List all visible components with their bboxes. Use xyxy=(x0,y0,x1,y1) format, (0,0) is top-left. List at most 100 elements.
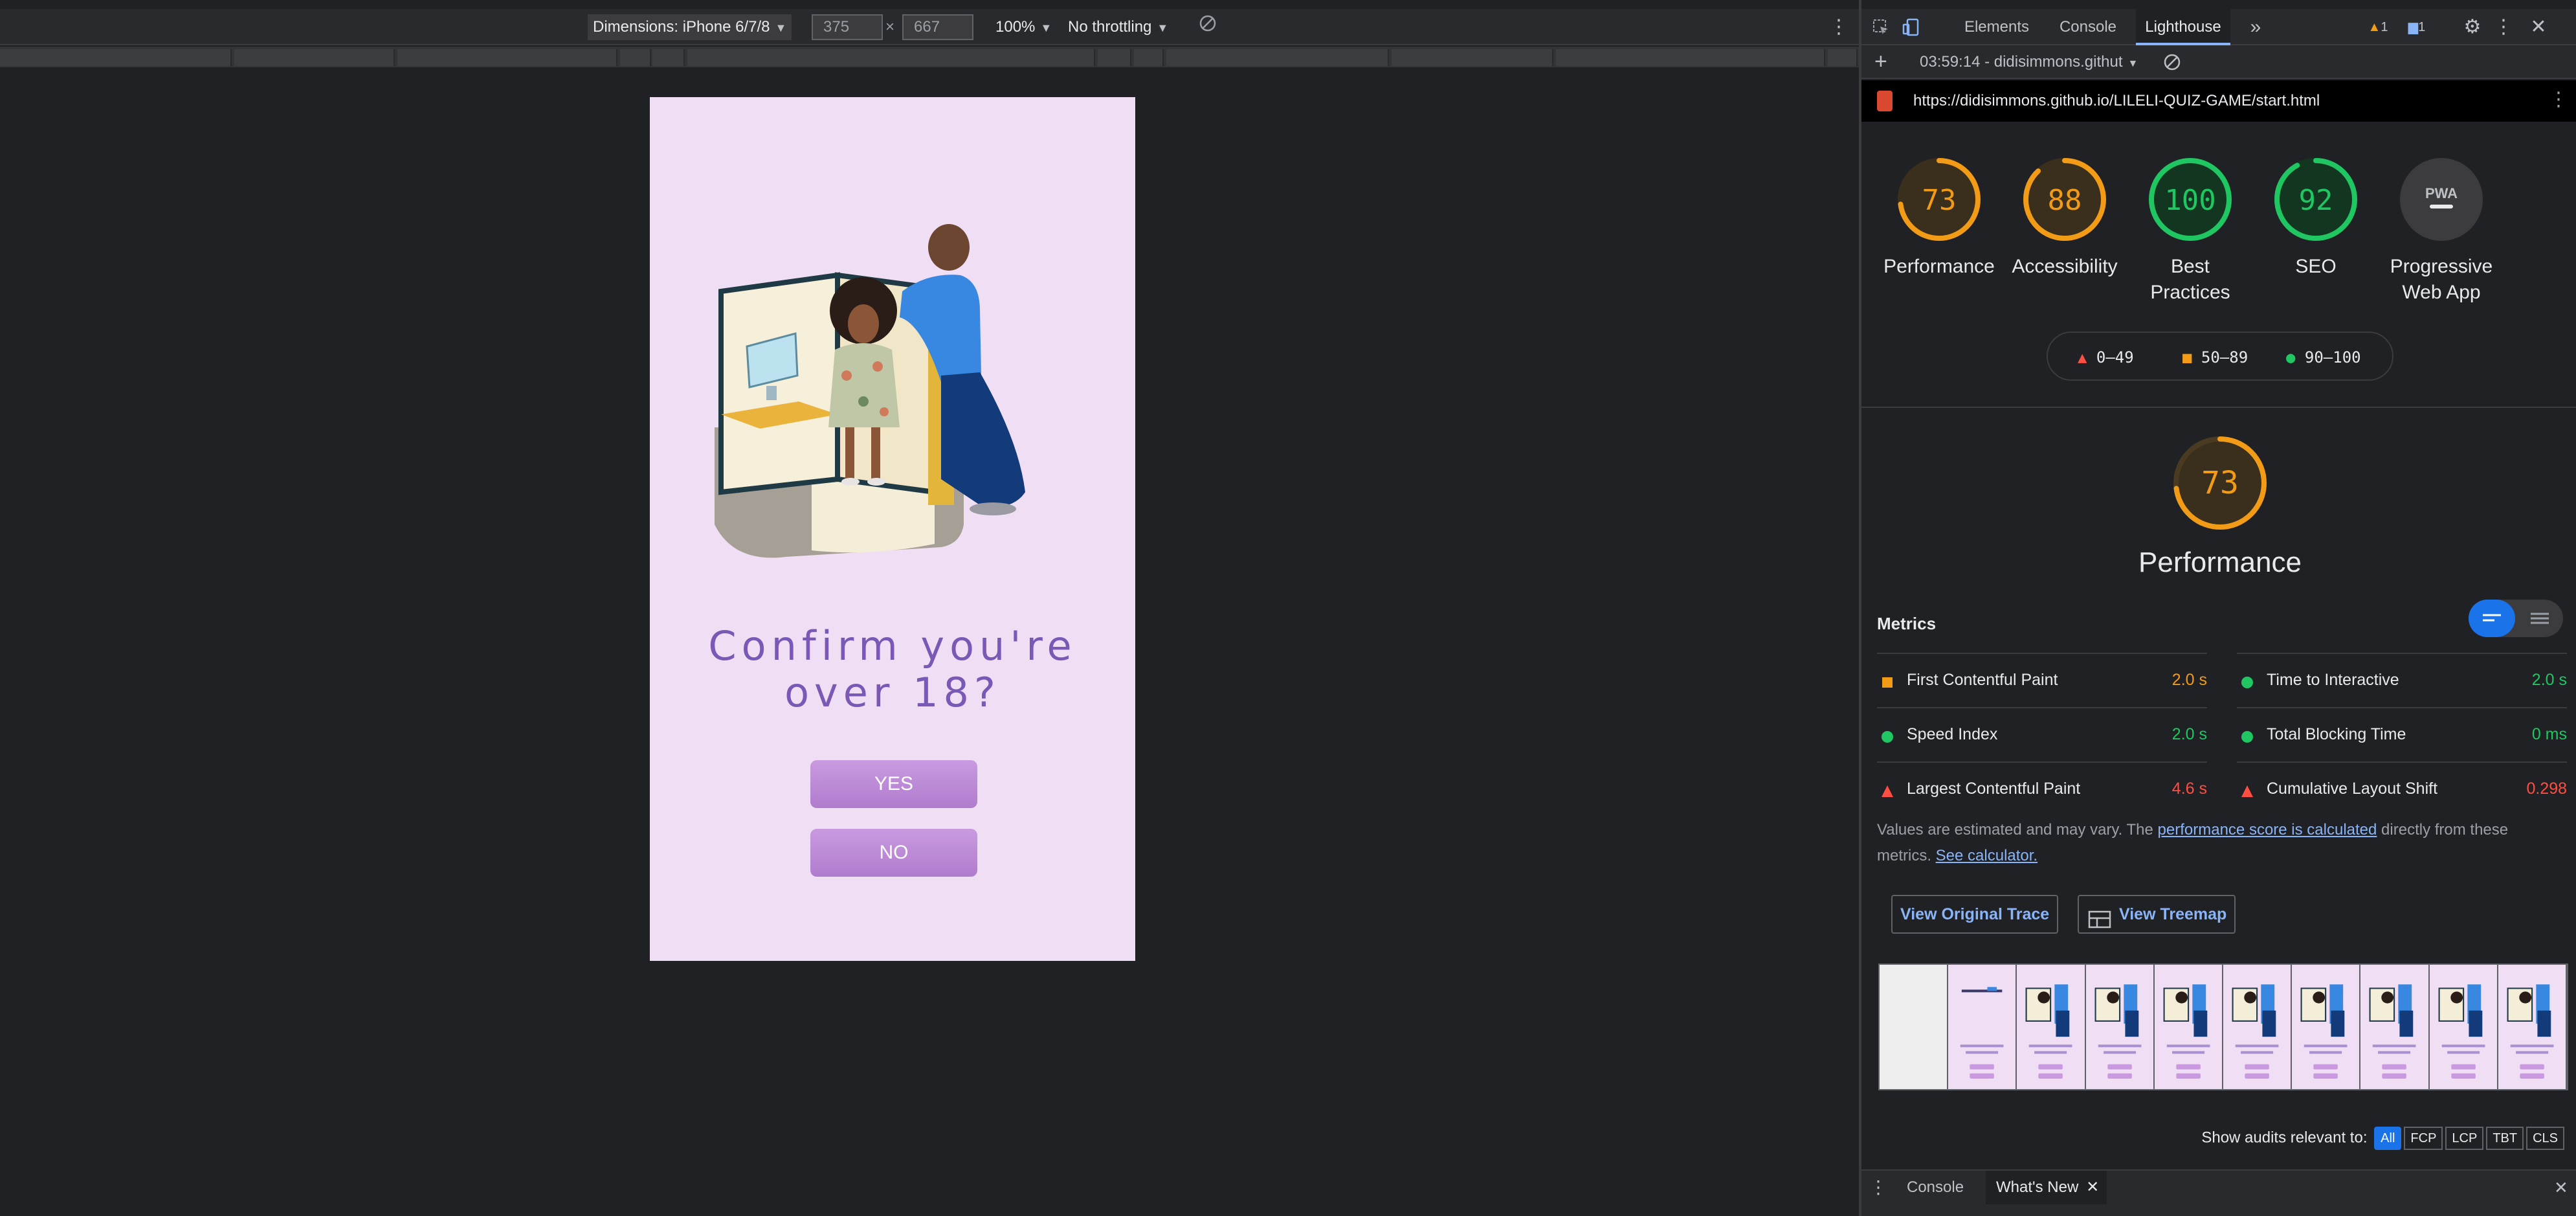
metric-name: Time to Interactive xyxy=(2267,671,2399,689)
devtools-panel: Elements Console Lighthouse » ▲1 ▆1 ⚙ ⋮ … xyxy=(1859,0,2576,1216)
legend-fail: ▲ 0–49 xyxy=(2078,348,2134,366)
score-label: Accessibility xyxy=(2012,256,2118,277)
chevron-down-icon: ▼ xyxy=(775,21,787,34)
pass-status-icon xyxy=(1881,729,1894,748)
metric-total-blocking-time: Total Blocking Time 0 ms xyxy=(2237,707,2567,761)
metric-name: Speed Index xyxy=(1907,725,1998,743)
score-label: Progressive Web App xyxy=(2390,256,2493,303)
filmstrip-frame xyxy=(2085,965,2155,1089)
yes-button[interactable]: YES xyxy=(810,760,977,808)
filmstrip-frame xyxy=(2223,965,2293,1089)
close-devtools-icon[interactable]: ✕ xyxy=(2526,9,2551,45)
svg-text:100: 100 xyxy=(2164,184,2215,217)
score-gauge-performance[interactable]: 73 Performance xyxy=(1881,154,1997,280)
audit-filter: Show audits relevant to: All FCP LCP TBT CLS xyxy=(2201,1127,2564,1150)
zoom-dropdown[interactable]: 100% ▼ xyxy=(995,14,1052,40)
metric-name: Cumulative Layout Shift xyxy=(2267,780,2438,798)
metric-cumulative-layout-shift: Cumulative Layout Shift 0.298 xyxy=(2237,761,2567,816)
lighthouse-toolbar: + 03:59:14 - didisimmons.githut ▼ xyxy=(1861,45,2576,79)
metric-largest-contentful-paint: Largest Contentful Paint 4.6 s xyxy=(1877,761,2207,816)
filter-chip-all[interactable]: All xyxy=(2374,1127,2402,1150)
more-options-icon[interactable]: ⋮ xyxy=(1829,14,1849,40)
score-gauge-progressive-web-app[interactable]: PWA Progressive Web App xyxy=(2383,154,2500,306)
report-url-bar: https://didisimmons.github.io/LILELI-QUI… xyxy=(1861,80,2576,122)
average-square-icon: ■ xyxy=(2182,348,2192,366)
close-drawer-icon[interactable]: ✕ xyxy=(2554,1171,2570,1204)
tab-lighthouse[interactable]: Lighthouse xyxy=(2136,9,2230,45)
tab-elements[interactable]: Elements xyxy=(1959,9,2035,45)
report-url[interactable]: https://didisimmons.github.io/LILELI-QUI… xyxy=(1913,92,2320,110)
age-question-title: Confirm you're over 18? xyxy=(708,622,1077,716)
legend-average: ■ 50–89 xyxy=(2182,348,2248,366)
report-selector[interactable]: 03:59:14 - didisimmons.githut ▼ xyxy=(1920,53,2138,71)
throttle-dropdown[interactable]: No throttling ▼ xyxy=(1068,14,1168,40)
svg-text:73: 73 xyxy=(2201,465,2239,501)
treemap-icon xyxy=(2088,905,2111,941)
zoom-label: 100% xyxy=(995,18,1036,36)
phone-viewport: Confirm you're over 18? YES NO xyxy=(650,97,1135,961)
report-selector-label: 03:59:14 - didisimmons.githut xyxy=(1920,53,2123,71)
filter-chip-lcp[interactable]: LCP xyxy=(2445,1127,2484,1150)
pass-status-icon xyxy=(2241,675,2254,693)
dimensions-label: Dimensions: iPhone 6/7/8 xyxy=(593,18,770,36)
score-legend: ▲ 0–49 ■ 50–89 ● 90–100 xyxy=(2047,332,2393,381)
width-input[interactable]: 375 xyxy=(812,14,883,40)
no-button[interactable]: NO xyxy=(810,829,977,877)
audit-filter-label: Show audits relevant to: xyxy=(2201,1129,2368,1147)
messages-badge[interactable]: ▆1 xyxy=(2399,9,2435,45)
clear-reports-icon[interactable] xyxy=(2163,53,2181,76)
metrics-note: Values are estimated and may vary. The p… xyxy=(1877,821,2509,864)
throttle-label: No throttling xyxy=(1068,18,1152,36)
performance-score-link[interactable]: performance score is calculated xyxy=(2158,821,2377,839)
drawer-tab-console[interactable]: Console xyxy=(1900,1171,1970,1204)
legend-pass: ● 90–100 xyxy=(2286,348,2361,366)
filter-chip-fcp[interactable]: FCP xyxy=(2404,1127,2443,1150)
pass-circle-icon: ● xyxy=(2286,348,2296,366)
office-illustration xyxy=(708,220,1077,570)
lighthouse-report: 73 Performance 88 Accessibility 100 Best Prac… xyxy=(1861,122,2576,1172)
score-label: Best Practices xyxy=(2150,256,2230,303)
performance-main-gauge: 73 xyxy=(2168,431,2272,538)
see-calculator-link[interactable]: See calculator. xyxy=(1936,847,2037,864)
filmstrip-frame xyxy=(2154,965,2224,1089)
drawer-tab-whats-new[interactable]: What's New ✕ xyxy=(1986,1171,2107,1204)
chevron-down-icon: ▼ xyxy=(1157,21,1169,34)
score-gauge-accessibility[interactable]: 88 Accessibility xyxy=(2006,154,2123,280)
score-gauge-best-practices[interactable]: 100 Best Practices xyxy=(2132,154,2248,306)
tab-console[interactable]: Console xyxy=(2054,9,2122,45)
drawer-menu-icon[interactable]: ⋮ xyxy=(1869,1171,1887,1204)
audit-filter-chips: All FCP LCP TBT CLS xyxy=(2371,1127,2564,1150)
expanded-view-button[interactable] xyxy=(2516,600,2563,637)
filter-chip-cls[interactable]: CLS xyxy=(2526,1127,2564,1150)
filter-chip-tbt[interactable]: TBT xyxy=(2486,1127,2524,1150)
svg-text:73: 73 xyxy=(1922,184,1957,217)
warning-icon: ▲ xyxy=(2368,20,2381,34)
inspect-element-icon[interactable] xyxy=(1868,9,1894,45)
chevron-down-icon: ▼ xyxy=(1040,21,1052,34)
customize-menu-icon[interactable]: ⋮ xyxy=(2491,9,2516,45)
warning-count: 1 xyxy=(2381,20,2388,34)
dimensions-dropdown[interactable]: Dimensions: iPhone 6/7/8 ▼ xyxy=(588,14,792,40)
view-original-trace-button[interactable]: View Original Trace xyxy=(1891,895,2059,934)
fail-status-icon xyxy=(2241,783,2254,802)
metric-time-to-interactive: Time to Interactive 2.0 s xyxy=(2237,653,2567,707)
new-report-icon[interactable]: + xyxy=(1874,49,1887,74)
score-gauge-seo[interactable]: 92 SEO xyxy=(2258,154,2374,280)
compact-view-button[interactable] xyxy=(2469,600,2515,637)
metric-view-toggle[interactable] xyxy=(2469,600,2563,637)
fail-status-icon xyxy=(1881,783,1894,802)
more-tabs-icon[interactable]: » xyxy=(2246,9,2265,45)
metric-first-contentful-paint: First Contentful Paint 2.0 s xyxy=(1877,653,2207,707)
svg-text:92: 92 xyxy=(2299,184,2333,217)
settings-gear-icon[interactable]: ⚙ xyxy=(2459,9,2485,45)
height-input[interactable]: 667 xyxy=(902,14,973,40)
rotate-icon[interactable] xyxy=(1199,14,1217,40)
filmstrip-frame xyxy=(2498,965,2568,1089)
report-menu-icon[interactable]: ⋮ xyxy=(2549,88,2568,111)
close-tab-icon[interactable]: ✕ xyxy=(2086,1171,2099,1204)
message-count: 1 xyxy=(2418,20,2426,34)
divider xyxy=(1861,407,2576,408)
device-toggle-icon[interactable] xyxy=(1898,9,1924,45)
view-treemap-button[interactable]: View Treemap xyxy=(2078,895,2236,934)
warnings-badge[interactable]: ▲1 xyxy=(2360,9,2396,45)
